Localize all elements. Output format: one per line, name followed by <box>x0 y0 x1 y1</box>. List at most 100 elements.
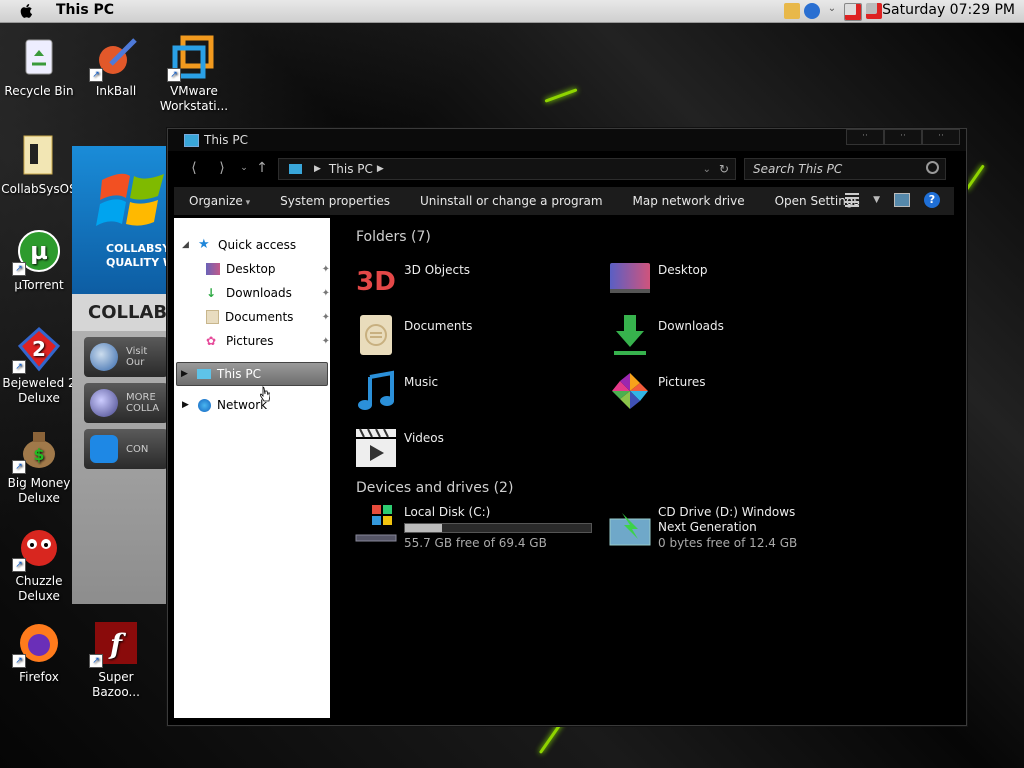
maximize-button[interactable]: ·· <box>884 129 922 145</box>
desktop-icon-big-money[interactable]: $ ↗ Big Money Deluxe <box>0 426 78 506</box>
desktop-icon <box>206 263 220 275</box>
folders-group-header[interactable]: Folders (7) <box>356 229 431 245</box>
volume-muted-icon[interactable] <box>866 3 882 19</box>
nav-downloads[interactable]: ↓ Downloads ✦ <box>206 282 330 304</box>
pin-icon[interactable]: ✦ <box>322 288 330 299</box>
mail-icon <box>90 435 118 463</box>
up-button[interactable]: ↑ <box>250 158 274 178</box>
nav-label: Network <box>217 398 268 412</box>
folder-desktop[interactable]: Desktop <box>608 255 848 307</box>
folder-pictures[interactable]: Pictures <box>608 367 848 419</box>
search-input[interactable] <box>745 159 925 179</box>
address-dropdown-icon[interactable]: ⌄ <box>703 164 711 175</box>
drive-name: Local Disk (C:) <box>404 505 491 519</box>
chuzzle-icon: ↗ <box>12 524 62 572</box>
visit-button[interactable]: Visit Our <box>84 337 168 377</box>
search-box[interactable] <box>744 158 946 180</box>
address-bar[interactable]: ▶ This PC ▶ ⌄ ↻ <box>278 158 736 180</box>
collabsys-app-window[interactable]: COLLABSY QUALITY WIT COLLABS Visit Our M… <box>72 146 168 604</box>
minimize-button[interactable]: ·· <box>846 129 884 145</box>
videos-icon <box>356 428 396 467</box>
folder-label: Downloads <box>658 319 724 333</box>
refresh-icon[interactable]: ↻ <box>719 162 729 176</box>
nav-this-pc[interactable]: ▶ This PC <box>176 362 328 386</box>
search-icon[interactable] <box>926 161 939 174</box>
pin-icon[interactable]: ✦ <box>322 312 330 323</box>
clock[interactable]: Saturday 07:29 PM <box>882 2 1015 18</box>
nav-network[interactable]: ▶ Network <box>182 394 267 416</box>
window-controls: ·· ·· ·· <box>846 129 960 145</box>
desktop-icon-utorrent[interactable]: µ ↗ µTorrent <box>0 228 78 293</box>
network-error-icon[interactable] <box>844 3 862 21</box>
more-button-label: MORE COLLA <box>126 392 160 414</box>
folder-label: 3D Objects <box>404 263 471 277</box>
wallpaper-streak <box>544 88 578 103</box>
wallpaper-streak <box>965 164 985 191</box>
desktop-icon-collabsysos[interactable]: CollabSysOS <box>0 132 78 197</box>
desktop-icon-inkball[interactable]: ↗ InkBall <box>77 34 155 99</box>
change-view-icon[interactable] <box>845 193 860 207</box>
folder-downloads[interactable]: Downloads <box>608 311 848 363</box>
drive-usage-bar <box>404 523 592 533</box>
desktop-icon-chuzzle[interactable]: ↗ Chuzzle Deluxe <box>0 524 78 604</box>
folder-videos[interactable]: Videos <box>354 423 594 475</box>
desktop-icon-recycle-bin[interactable]: Recycle Bin <box>0 34 78 99</box>
nav-quick-access[interactable]: ◢ ★ Quick access <box>182 234 296 256</box>
folder-label: Documents <box>404 319 473 333</box>
desktop-icon-vmware[interactable]: ↗ VMware Workstati... <box>155 34 233 114</box>
globe-icon <box>90 343 118 371</box>
folder-icon <box>16 132 62 178</box>
organize-button[interactable]: Organize <box>174 194 265 208</box>
desktop-icon-label: µTorrent <box>14 278 64 292</box>
desktop-icon-label: Chuzzle Deluxe <box>15 574 63 603</box>
expand-arrow-icon[interactable]: ◢ <box>182 240 192 250</box>
desktop-icon-label: Big Money Deluxe <box>7 476 71 505</box>
apple-icon[interactable] <box>18 2 36 20</box>
back-button[interactable]: ⟨ <box>182 158 206 178</box>
explorer-window[interactable]: This PC ·· ·· ·· ⟨ ⟩ ⌄ ↑ ▶ This PC ▶ ⌄ ↻… <box>167 128 967 726</box>
windows-tray-icon[interactable] <box>804 3 820 19</box>
system-properties-button[interactable]: System properties <box>265 194 405 208</box>
desktop-icon-super-bazooka[interactable]: f ↗ Super Bazoo... <box>77 620 155 700</box>
drive-d[interactable]: CD Drive (D:) Windows Next Generation 0 … <box>608 505 858 553</box>
document-icon <box>206 310 219 324</box>
desktop-icon-firefox[interactable]: ↗ Firefox <box>0 620 78 685</box>
folder-3d-objects[interactable]: 3D 3D Objects <box>354 255 594 307</box>
folder-label: Music <box>404 375 439 389</box>
drive-c[interactable]: Local Disk (C:) 55.7 GB free of 69.4 GB <box>354 505 604 553</box>
folder-documents[interactable]: Documents <box>354 311 594 363</box>
contact-button[interactable]: CON <box>84 429 168 469</box>
desktop-icon-label: Firefox <box>19 670 59 684</box>
folder-tray-icon[interactable] <box>784 3 800 19</box>
nav-desktop[interactable]: Desktop ✦ <box>206 258 330 280</box>
computer-icon <box>289 164 302 174</box>
preview-pane-icon[interactable] <box>894 193 910 207</box>
view-dropdown-icon[interactable]: ▼ <box>873 195 880 205</box>
help-icon[interactable]: ? <box>924 192 940 208</box>
expand-arrow-icon[interactable]: ▶ <box>182 400 192 410</box>
devices-group-header[interactable]: Devices and drives (2) <box>356 480 513 496</box>
window-titlebar[interactable]: This PC ·· ·· ·· <box>168 129 966 151</box>
nav-pictures[interactable]: ✿ Pictures ✦ <box>206 330 330 352</box>
shortcut-arrow-icon: ↗ <box>12 360 26 374</box>
forward-button[interactable]: ⟩ <box>210 158 234 178</box>
pin-icon[interactable]: ✦ <box>322 264 330 275</box>
pin-icon[interactable]: ✦ <box>322 336 330 347</box>
uninstall-program-button[interactable]: Uninstall or change a program <box>405 194 618 208</box>
nav-documents[interactable]: Documents ✦ <box>206 306 330 328</box>
folder-music[interactable]: Music <box>354 367 594 419</box>
shortcut-arrow-icon: ↗ <box>12 262 26 276</box>
chevron-down-icon[interactable]: ⌄ <box>824 3 840 19</box>
breadcrumb-chevron-icon[interactable]: ▶ <box>377 164 384 174</box>
map-network-drive-button[interactable]: Map network drive <box>618 194 760 208</box>
breadcrumb-this-pc[interactable]: This PC <box>329 162 373 176</box>
inkball-icon: ↗ <box>89 34 139 82</box>
more-button[interactable]: MORE COLLA <box>84 383 168 423</box>
breadcrumb-chevron-icon[interactable]: ▶ <box>314 164 321 174</box>
close-button[interactable]: ·· <box>922 129 960 145</box>
desktop-icon-bejeweled[interactable]: 2 ↗ Bejeweled 2 Deluxe <box>0 326 78 406</box>
expand-arrow-icon[interactable]: ▶ <box>181 369 191 379</box>
desktop-icon-label: InkBall <box>95 84 137 98</box>
vmware-icon: ↗ <box>167 34 217 82</box>
desktop-icon-label: VMware Workstati... <box>159 84 229 113</box>
